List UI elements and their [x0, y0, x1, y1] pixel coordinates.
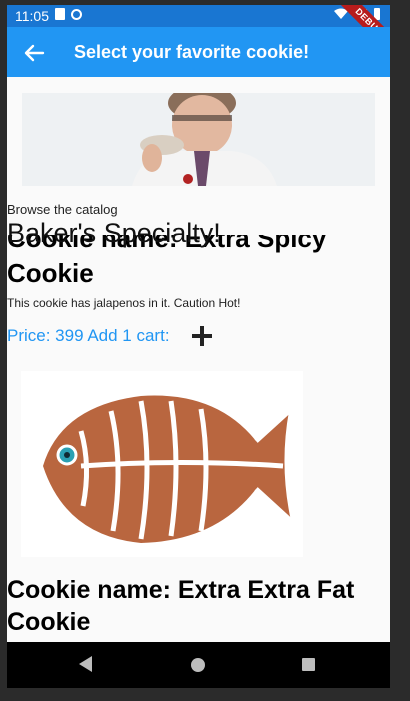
sd-card-icon: [55, 8, 65, 20]
browse-label: Browse the catalog: [7, 202, 118, 217]
home-circle-icon[interactable]: [191, 658, 205, 672]
price-text[interactable]: Price: 399 Add 1 cart:: [7, 326, 170, 346]
device-screen: 11:05 DEBUG Select your favorite cookie!: [7, 5, 390, 688]
cookie-name: Cookie name: Extra Extra Fat Cookie: [7, 576, 355, 636]
fish-cookie-photo: [21, 371, 303, 557]
back-arrow-icon[interactable]: [23, 42, 45, 64]
cookie-name-line2: Cookie: [7, 258, 94, 288]
sync-icon: [71, 8, 82, 20]
system-nav-bar: [7, 642, 390, 688]
app-title: Select your favorite cookie!: [74, 42, 310, 62]
add-to-cart-icon[interactable]: [190, 324, 214, 348]
status-icons-left: [55, 8, 82, 20]
man-eating-cookie-photo: [22, 93, 375, 186]
fish-cookie-illustration: [21, 371, 303, 557]
recents-square-icon[interactable]: [302, 658, 315, 671]
status-bar: 11:05 DEBUG: [7, 5, 390, 59]
price-row: Price: 399 Add 1 cart:: [7, 324, 214, 348]
catalog-list[interactable]: Browse the catalog Baker's Specialty! Co…: [7, 77, 390, 642]
section-title: Baker's Specialty!: [7, 218, 221, 248]
status-time: 11:05: [15, 8, 49, 24]
back-triangle-icon[interactable]: [79, 656, 92, 672]
hero-illustration: [22, 93, 375, 186]
app-bar: Select your favorite cookie!: [7, 27, 390, 77]
cookie-description: This cookie has jalapenos in it. Caution…: [7, 296, 241, 310]
